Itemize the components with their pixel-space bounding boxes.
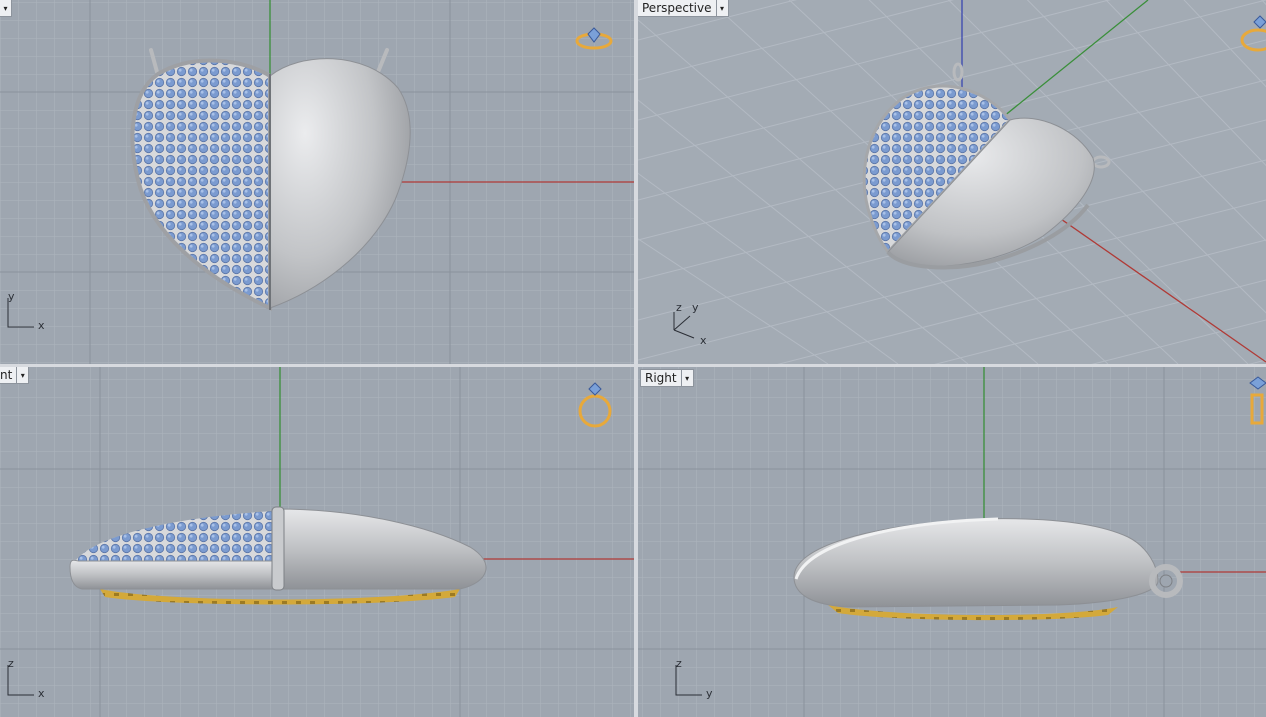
axis-label-z: z (676, 657, 682, 670)
viewport-title: Perspective (642, 1, 712, 15)
viewport-title: Right (645, 371, 677, 385)
axis-label-z: z (676, 301, 682, 314)
viewport-splitter-horizontal[interactable] (0, 364, 1266, 367)
chevron-down-icon[interactable]: ▾ (0, 0, 11, 16)
axis-label-y: y (692, 301, 699, 314)
axis-label-x: x (38, 319, 45, 332)
perspective-view-scene (638, 0, 1266, 364)
chevron-down-icon[interactable]: ▾ (16, 367, 28, 383)
axis-label-x: x (38, 687, 45, 700)
viewport-top[interactable]: ▾ y x (0, 0, 634, 364)
top-view-scene (0, 0, 634, 364)
viewport-label-front[interactable]: nt ▾ (0, 367, 30, 384)
front-view-scene (0, 367, 634, 717)
axis-label-y: y (8, 290, 15, 303)
viewport-label-right[interactable]: Right ▾ (640, 369, 694, 387)
viewport-label-top[interactable]: ▾ (0, 0, 12, 17)
viewport-title: nt (0, 368, 13, 382)
axis-label-x: x (700, 334, 707, 347)
axis-label-z: z (8, 657, 14, 670)
chevron-down-icon[interactable]: ▾ (680, 370, 693, 386)
axis-label-y: y (706, 687, 713, 700)
viewport-label-perspective[interactable]: Perspective ▾ (638, 0, 729, 17)
viewport-perspective[interactable]: Perspective ▾ z y x (638, 0, 1266, 364)
right-view-scene (638, 367, 1266, 717)
viewport-right[interactable]: Right ▾ z y (638, 367, 1266, 717)
viewport-front[interactable]: nt ▾ z x (0, 367, 634, 717)
viewport-splitter-vertical[interactable] (634, 0, 638, 717)
chevron-down-icon[interactable]: ▾ (715, 0, 728, 16)
